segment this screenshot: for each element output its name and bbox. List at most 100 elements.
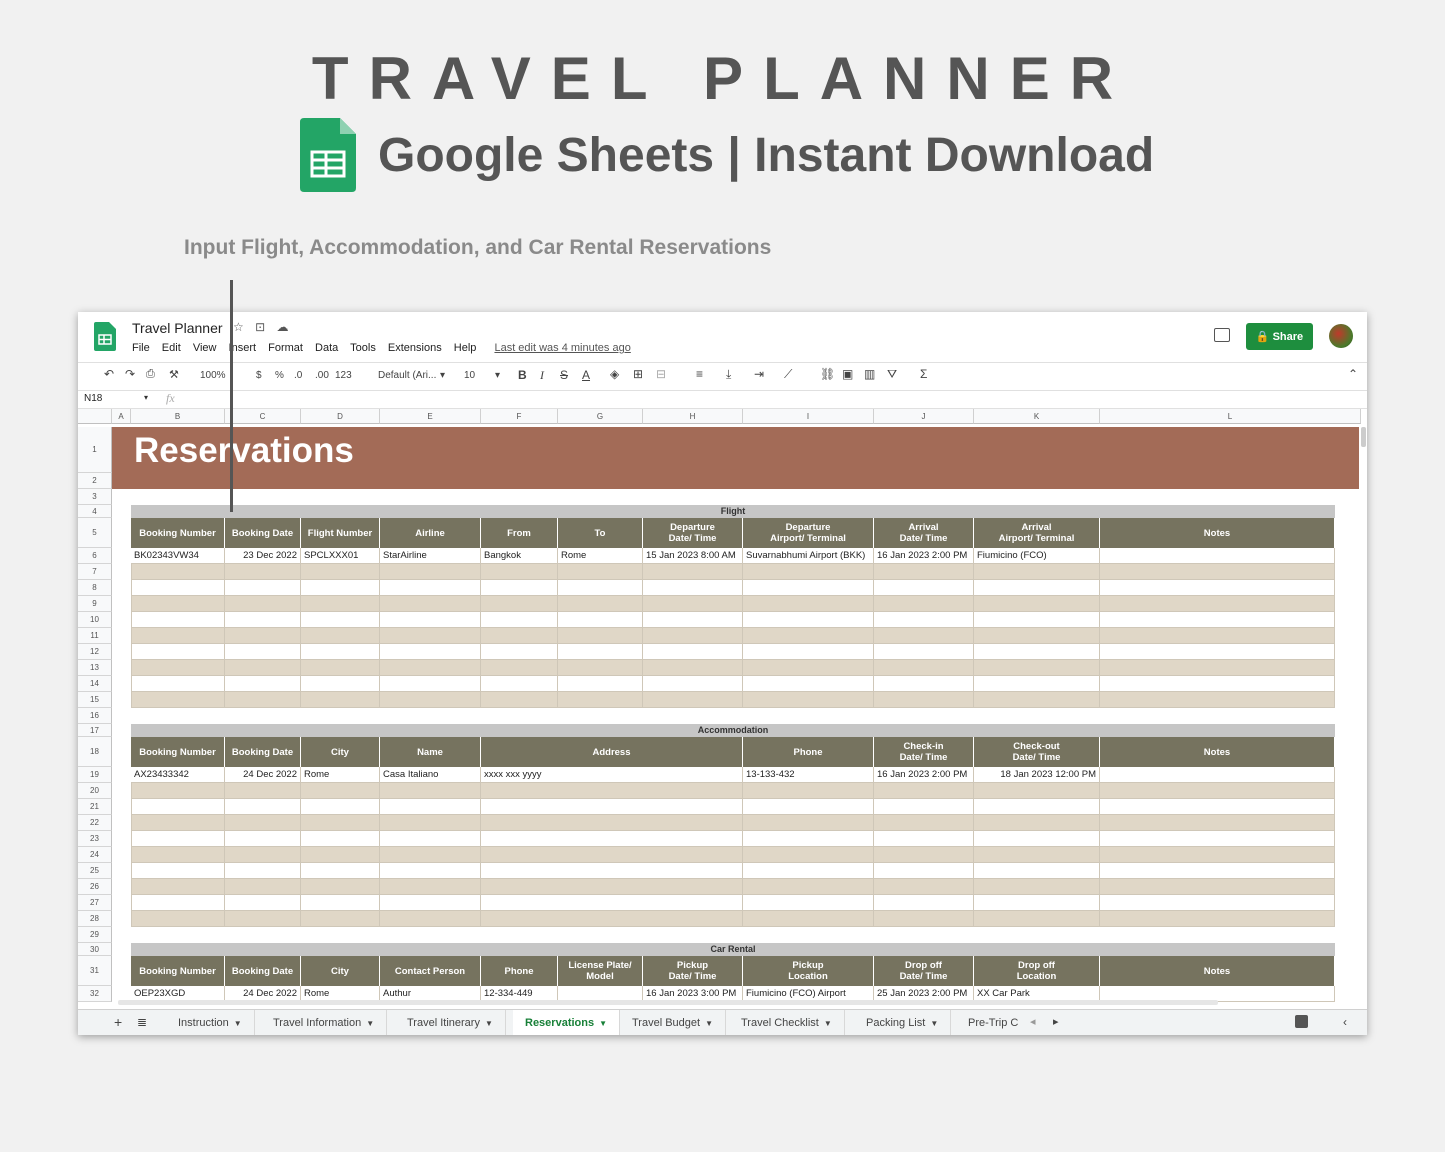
menu-edit[interactable]: Edit bbox=[162, 342, 181, 354]
row-header-21[interactable]: 21 bbox=[78, 799, 112, 815]
fill-color-icon[interactable]: ◈ bbox=[610, 367, 619, 381]
row-header-31[interactable]: 31 bbox=[78, 956, 112, 986]
row-header-6[interactable]: 6 bbox=[78, 548, 112, 564]
merge-cells-icon[interactable]: ⊟ bbox=[656, 367, 666, 381]
row-header-32[interactable]: 32 bbox=[78, 986, 112, 1002]
row-header-12[interactable]: 12 bbox=[78, 644, 112, 660]
row-header-11[interactable]: 11 bbox=[78, 628, 112, 644]
row-header-5[interactable]: 5 bbox=[78, 518, 112, 548]
strikethrough-button[interactable]: S bbox=[560, 368, 568, 382]
row-header-20[interactable]: 20 bbox=[78, 783, 112, 799]
zoom-select[interactable]: 100% bbox=[200, 370, 226, 381]
comment-icon[interactable]: ▣ bbox=[842, 367, 853, 381]
accommodation-cell[interactable]: 16 Jan 2023 2:00 PM bbox=[874, 767, 974, 783]
chevron-down-icon[interactable]: ▼ bbox=[599, 1019, 607, 1028]
accommodation-cell[interactable]: 18 Jan 2023 12:00 PM bbox=[974, 767, 1100, 783]
tab-travel-itinerary[interactable]: Travel Itinerary ▼ bbox=[395, 1010, 506, 1035]
flight-cell[interactable]: Rome bbox=[558, 548, 643, 564]
percent-format-button[interactable]: % bbox=[275, 370, 284, 381]
row-header-29[interactable]: 29 bbox=[78, 927, 112, 943]
share-button[interactable]: 🔒 Share bbox=[1246, 323, 1313, 350]
tab-travel-budget[interactable]: Travel Budget ▼ bbox=[620, 1010, 726, 1035]
column-header-e[interactable]: E bbox=[380, 409, 481, 424]
flight-cell[interactable]: StarAirline bbox=[380, 548, 481, 564]
row-header-27[interactable]: 27 bbox=[78, 895, 112, 911]
bold-button[interactable]: B bbox=[518, 368, 527, 382]
table-row[interactable] bbox=[131, 580, 1335, 596]
table-row[interactable] bbox=[131, 799, 1335, 815]
collapse-menu-icon[interactable]: ⌃ bbox=[1348, 367, 1358, 381]
redo-icon[interactable]: ↷ bbox=[125, 367, 135, 381]
vertical-align-icon[interactable]: ⤓ bbox=[726, 367, 731, 382]
table-row[interactable] bbox=[131, 596, 1335, 612]
column-header-l[interactable]: L bbox=[1100, 409, 1361, 424]
number-format-select[interactable]: 123 bbox=[335, 370, 352, 381]
row-header-14[interactable]: 14 bbox=[78, 676, 112, 692]
add-sheet-icon[interactable]: + bbox=[114, 1014, 122, 1030]
row-header-30[interactable]: 30 bbox=[78, 943, 112, 956]
table-row[interactable] bbox=[131, 676, 1335, 692]
chevron-down-icon[interactable]: ▼ bbox=[485, 1019, 493, 1028]
name-box[interactable]: N18 bbox=[84, 393, 102, 404]
row-header-4[interactable]: 4 bbox=[78, 505, 112, 518]
column-header-g[interactable]: G bbox=[558, 409, 643, 424]
row-header-17[interactable]: 17 bbox=[78, 724, 112, 737]
flight-cell[interactable]: 15 Jan 2023 8:00 AM bbox=[643, 548, 743, 564]
text-color-button[interactable]: A bbox=[582, 368, 590, 382]
row-header-25[interactable]: 25 bbox=[78, 863, 112, 879]
tab-travel-checklist[interactable]: Travel Checklist ▼ bbox=[729, 1010, 845, 1035]
table-row[interactable] bbox=[131, 612, 1335, 628]
name-box-dropdown-icon[interactable]: ▾ bbox=[144, 393, 148, 402]
link-icon[interactable]: ⛓ bbox=[820, 367, 835, 381]
accommodation-cell[interactable]: 13-133-432 bbox=[743, 767, 874, 783]
accommodation-section-title[interactable]: Accommodation bbox=[131, 724, 1335, 737]
italic-button[interactable]: I bbox=[540, 368, 544, 383]
table-row[interactable] bbox=[131, 911, 1335, 927]
flight-cell[interactable]: Suvarnabhumi Airport (BKK) bbox=[743, 548, 874, 564]
paint-format-icon[interactable]: ⚒ bbox=[169, 368, 179, 381]
table-row[interactable] bbox=[131, 879, 1335, 895]
menu-extensions[interactable]: Extensions bbox=[388, 342, 442, 354]
menu-tools[interactable]: Tools bbox=[350, 342, 376, 354]
row-header-10[interactable]: 10 bbox=[78, 612, 112, 628]
flight-cell[interactable]: Bangkok bbox=[481, 548, 558, 564]
increase-decimal-button[interactable]: .00 bbox=[315, 370, 329, 381]
sheets-app-icon[interactable] bbox=[94, 322, 116, 351]
row-header-1[interactable]: 1 bbox=[78, 427, 112, 473]
accommodation-cell[interactable]: Rome bbox=[301, 767, 380, 783]
column-header-f[interactable]: F bbox=[481, 409, 558, 424]
avatar[interactable] bbox=[1329, 324, 1353, 348]
all-sheets-icon[interactable]: ≣ bbox=[137, 1015, 147, 1029]
menu-format[interactable]: Format bbox=[268, 342, 303, 354]
table-row[interactable] bbox=[131, 815, 1335, 831]
row-header-23[interactable]: 23 bbox=[78, 831, 112, 847]
column-header-j[interactable]: J bbox=[874, 409, 974, 424]
tabs-scroll-left-icon[interactable]: ◂ bbox=[1030, 1015, 1036, 1028]
car-rental-section-title[interactable]: Car Rental bbox=[131, 943, 1335, 956]
tab-instruction[interactable]: Instruction ▼ bbox=[166, 1010, 255, 1035]
star-icon[interactable]: ☆ bbox=[233, 320, 244, 334]
chevron-down-icon[interactable]: ▼ bbox=[234, 1019, 242, 1028]
banner-title[interactable]: Reservations bbox=[134, 431, 354, 471]
font-size-dropdown-icon[interactable]: ▾ bbox=[495, 370, 500, 381]
tab-reservations[interactable]: Reservations ▼ bbox=[513, 1010, 621, 1035]
table-row[interactable] bbox=[131, 847, 1335, 863]
last-edit-link[interactable]: Last edit was 4 minutes ago bbox=[494, 342, 630, 354]
flight-cell[interactable] bbox=[1100, 548, 1335, 564]
tab-pre-trip-c[interactable]: Pre-Trip C bbox=[956, 1010, 1018, 1035]
row-header-19[interactable]: 19 bbox=[78, 767, 112, 783]
font-dropdown-icon[interactable]: ▾ bbox=[440, 370, 445, 381]
table-row[interactable] bbox=[131, 783, 1335, 799]
menu-help[interactable]: Help bbox=[454, 342, 477, 354]
document-title[interactable]: Travel Planner bbox=[132, 320, 223, 336]
horizontal-scrollbar[interactable] bbox=[118, 1000, 1218, 1005]
column-header-k[interactable]: K bbox=[974, 409, 1100, 424]
align-icon[interactable]: ≡ bbox=[696, 367, 703, 381]
accommodation-cell[interactable]: 24 Dec 2022 bbox=[225, 767, 301, 783]
select-all-corner[interactable] bbox=[78, 409, 112, 424]
comment-history-icon[interactable] bbox=[1214, 328, 1230, 342]
chevron-down-icon[interactable]: ▼ bbox=[705, 1019, 713, 1028]
chart-icon[interactable]: ▥ bbox=[864, 367, 875, 381]
menu-data[interactable]: Data bbox=[315, 342, 338, 354]
table-row[interactable] bbox=[131, 895, 1335, 911]
